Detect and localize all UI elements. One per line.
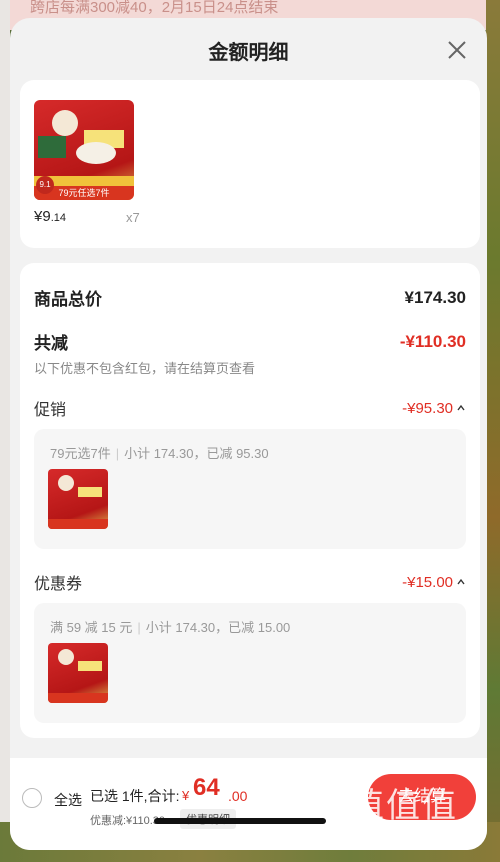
chevron-up-icon bbox=[457, 404, 465, 411]
watermark-url: zhizhizhi.com bbox=[350, 822, 429, 837]
promo-detail-rule: 79元选7件 bbox=[50, 446, 111, 461]
promo-label: 促销 bbox=[34, 402, 67, 419]
promo-detail: 79元选7件 | 小计 174.30，已减 95.30 bbox=[50, 443, 269, 462]
thumb-decor bbox=[48, 693, 108, 703]
promo-product-thumbnail[interactable] bbox=[48, 469, 108, 529]
separator: | bbox=[137, 620, 141, 635]
close-icon bbox=[448, 41, 466, 59]
coupon-detail: 满 59 减 15 元 | 小计 174.30，已减 15.00 bbox=[50, 617, 290, 636]
coupon-value-wrap: -¥15.00 bbox=[402, 574, 466, 591]
thumb-decor bbox=[48, 519, 108, 529]
promo-row[interactable]: 促销 -¥95.30 bbox=[34, 396, 466, 420]
product-thumbnail[interactable]: 79元任选7件 9.1 bbox=[34, 100, 134, 200]
promo-detail-subtotal: 小计 174.30，已减 95.30 bbox=[124, 446, 269, 461]
promo-value-wrap: -¥95.30 bbox=[402, 400, 466, 417]
watermark: 值值值 zhizhizhi.com bbox=[344, 778, 494, 838]
thumb-decor bbox=[52, 110, 78, 136]
coupon-product-thumbnail[interactable] bbox=[48, 643, 108, 703]
select-all-radio[interactable] bbox=[22, 788, 42, 808]
coupon-detail-subtotal: 小计 174.30，已减 15.00 bbox=[145, 620, 291, 635]
close-button[interactable] bbox=[445, 38, 469, 62]
background-banner-text: 跨店每满300减40，2月15日24点结束 bbox=[30, 0, 279, 16]
total-value: ¥174.30 bbox=[404, 287, 466, 307]
product-card: 79元任选7件 9.1 ¥9.14 x7 bbox=[20, 80, 480, 248]
thumb-decor bbox=[58, 649, 74, 665]
price-detail-card: 商品总价 ¥174.30 共减 -¥110.30 以下优惠不包含红包，请在结算页… bbox=[20, 263, 480, 738]
sheet-title: 金额明细 bbox=[208, 42, 289, 64]
price-int: 9 bbox=[42, 208, 51, 225]
total-decimal: .00 bbox=[228, 788, 248, 804]
product-quantity: x7 bbox=[126, 210, 140, 225]
promo-value: -¥95.30 bbox=[402, 399, 453, 417]
reduce-row: 共减 -¥110.30 bbox=[34, 329, 466, 354]
thumb-decor bbox=[76, 142, 116, 164]
thumb-decor bbox=[78, 487, 102, 497]
background-left-edge bbox=[0, 0, 10, 862]
product-price: ¥9.14 bbox=[34, 208, 66, 225]
coupon-label: 优惠券 bbox=[34, 576, 83, 593]
select-all-label[interactable]: 全选 bbox=[54, 790, 82, 810]
chevron-up-icon bbox=[457, 578, 465, 585]
amount-detail-sheet: 金额明细 79元任选7件 9.1 ¥9.14 x7 商品总价 ¥174.30 共… bbox=[10, 18, 487, 850]
total-symbol: ¥ bbox=[182, 788, 190, 803]
price-dec: .14 bbox=[50, 212, 66, 224]
reduce-label: 共减 bbox=[34, 334, 68, 353]
total-amount: 64 bbox=[193, 774, 220, 801]
sheet-header: 金额明细 bbox=[10, 18, 487, 80]
thumb-decor bbox=[58, 475, 74, 491]
total-label: 商品总价 bbox=[34, 290, 102, 309]
discount-note: 以下优惠不包含红包，请在结算页查看 bbox=[34, 361, 256, 376]
separator: | bbox=[115, 446, 120, 461]
coupon-row[interactable]: 优惠券 -¥15.00 bbox=[34, 570, 466, 594]
selected-count: 已选 1件,合计: bbox=[90, 788, 180, 804]
promo-detail-box: 79元选7件 | 小计 174.30，已减 95.30 bbox=[34, 429, 466, 549]
watermark-logo: 值值值 bbox=[350, 787, 458, 825]
total-row: 商品总价 ¥174.30 bbox=[34, 285, 466, 310]
thumb-decor bbox=[78, 661, 102, 671]
coupon-detail-rule: 满 59 减 15 元 bbox=[50, 620, 133, 635]
background-right-edge bbox=[486, 0, 500, 862]
reduce-value: -¥110.30 bbox=[399, 331, 466, 351]
thumb-decor bbox=[38, 136, 66, 158]
thumb-number: 9.1 bbox=[36, 176, 54, 194]
home-indicator[interactable] bbox=[154, 818, 326, 824]
coupon-detail-box: 满 59 减 15 元 | 小计 174.30，已减 15.00 bbox=[34, 603, 466, 723]
coupon-value: -¥15.00 bbox=[402, 573, 453, 591]
